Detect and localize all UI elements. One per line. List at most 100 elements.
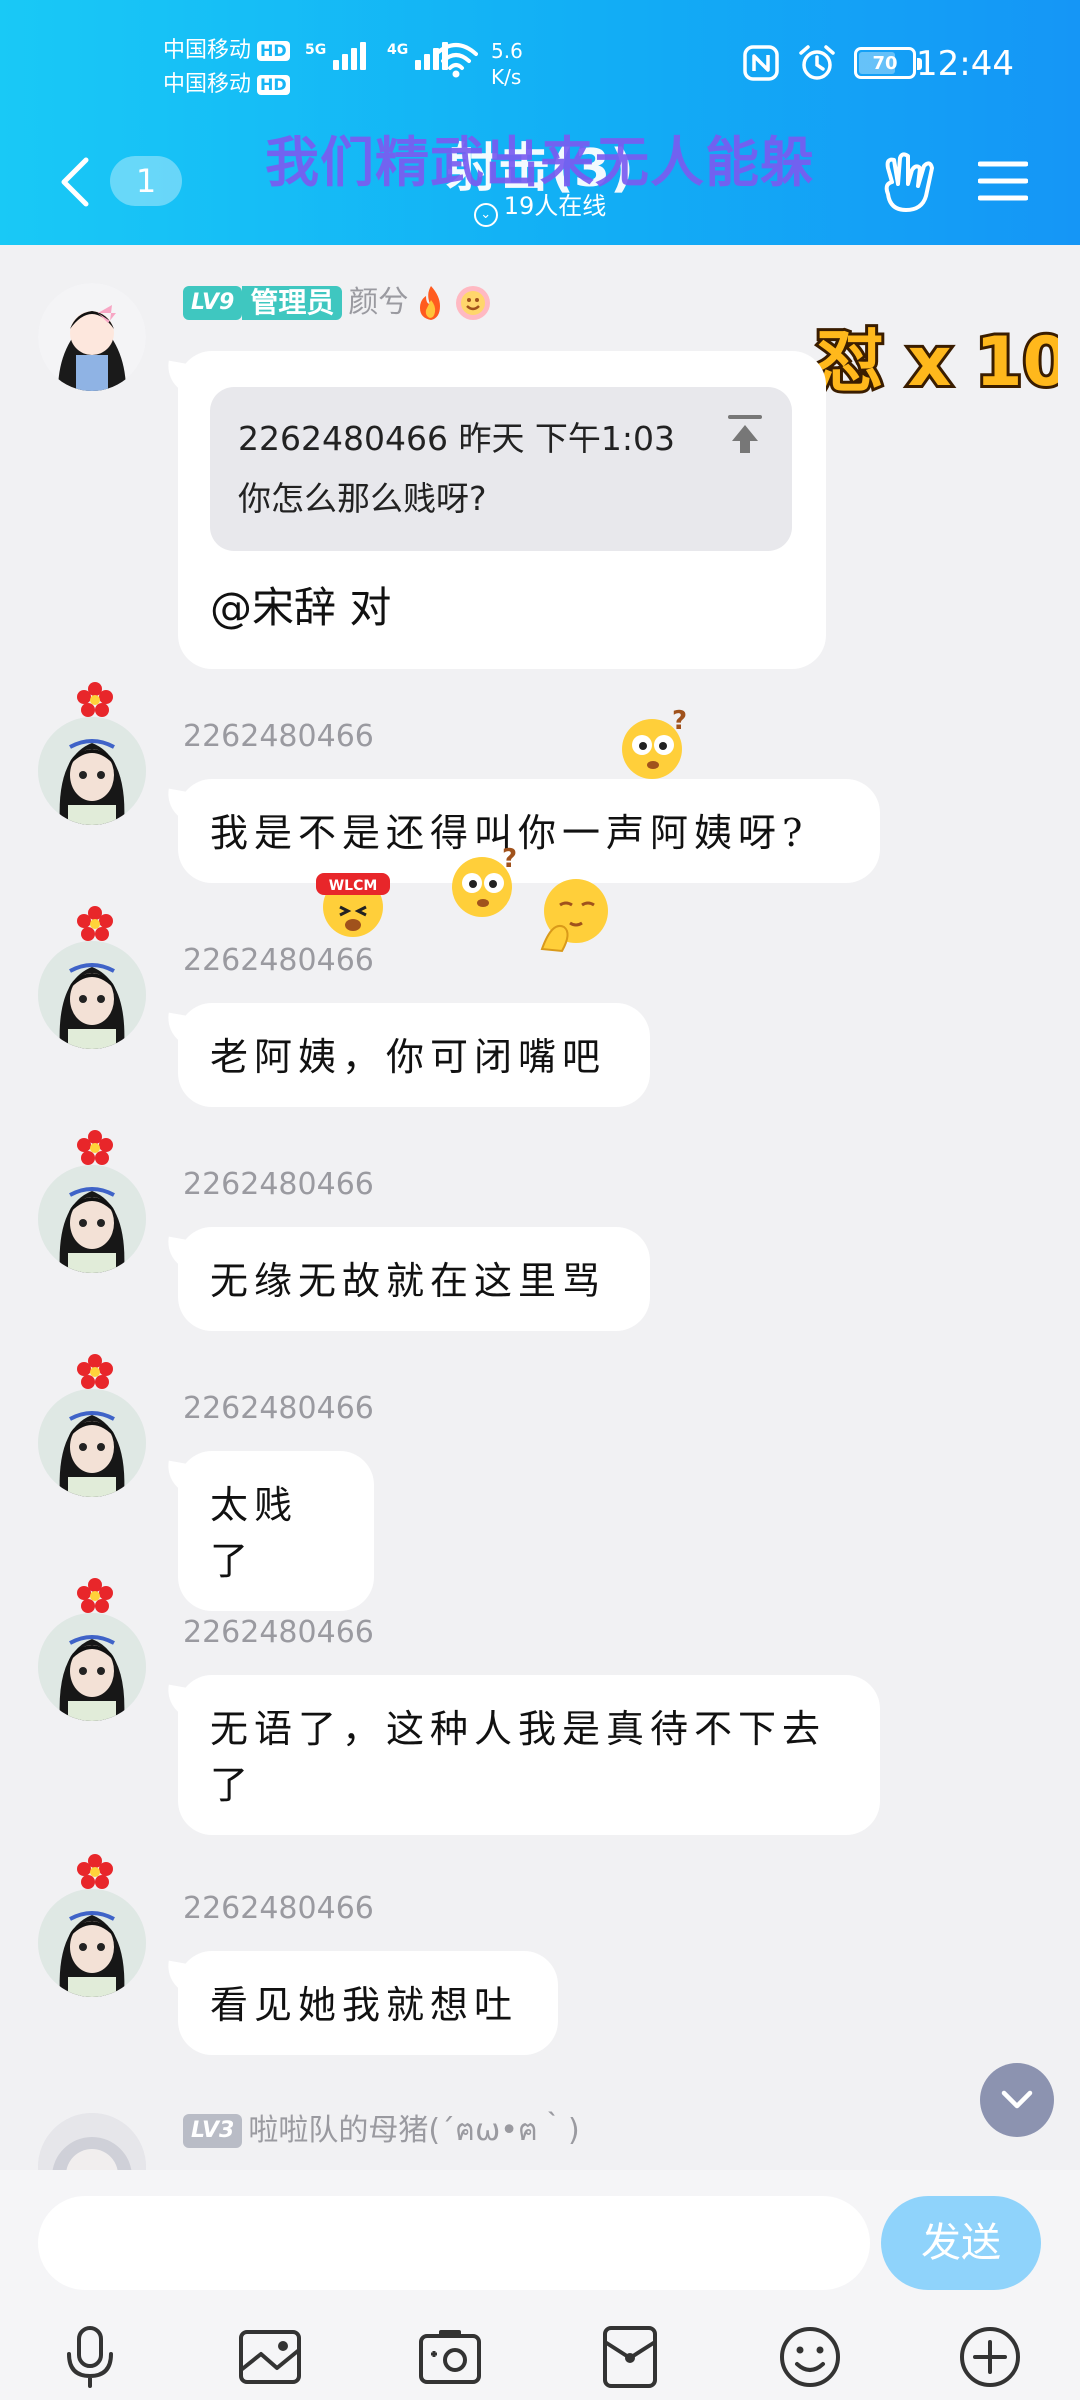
composer: 发送 xyxy=(0,2170,1080,2400)
avatar-doll-icon xyxy=(38,1613,146,1721)
signal-bar xyxy=(424,54,431,70)
carrier-2: 中国移动 HD xyxy=(163,70,290,100)
sender-name[interactable]: 2262480466 xyxy=(183,1165,374,1205)
message-bubble[interactable]: 无语了，这种人我是真待不下去了 xyxy=(163,1675,880,1835)
wifi-icon xyxy=(434,43,478,78)
avatar-doll-icon xyxy=(38,941,146,1049)
nfc-icon xyxy=(743,45,779,81)
level-badge: LV3 xyxy=(183,2114,243,2148)
message-bubble-reply[interactable]: 2262480466 昨天 下午1:03 你怎么那么贱呀? @宋辞 对 xyxy=(163,351,826,669)
rock-hand-icon[interactable] xyxy=(878,150,938,214)
status-bar: 中国移动 HD 中国移动 HD 5G 4G 5.6 K/s 70 12:44 xyxy=(0,0,1080,130)
jump-to-quote-icon[interactable] xyxy=(726,413,764,457)
carrier-1-name: 中国移动 xyxy=(163,38,252,63)
clock: 12:44 xyxy=(916,44,1014,84)
avatar-doll-icon xyxy=(38,1889,146,1997)
sender-name[interactable]: 颜兮 xyxy=(348,283,408,323)
sender-name[interactable]: 2262480466 xyxy=(183,1613,374,1653)
sender-name[interactable]: 2262480466 xyxy=(183,1389,374,1429)
sender-line: 2262480466 xyxy=(183,1165,374,1205)
sender-line: 2262480466 xyxy=(183,941,374,981)
carrier-1: 中国移动 HD xyxy=(163,36,290,66)
svg-text:?: ? xyxy=(502,845,517,874)
avatar[interactable] xyxy=(38,2113,146,2170)
bubble-tail xyxy=(163,1684,199,1720)
signal-bar xyxy=(415,60,422,70)
camera-icon[interactable] xyxy=(417,2324,483,2390)
avatar[interactable] xyxy=(38,1165,146,1273)
battery-icon: 70 xyxy=(854,47,922,79)
message-bubble[interactable]: 看见她我就想吐 xyxy=(163,1951,558,2055)
send-button[interactable]: 发送 xyxy=(881,2196,1041,2290)
message-bubble[interactable]: 无缘无故就在这里骂 xyxy=(163,1227,650,1331)
quoted-message-text: 你怎么那么贱呀? xyxy=(238,479,487,518)
sender-name[interactable]: 2262480466 xyxy=(183,717,374,757)
microphone-icon[interactable] xyxy=(57,2324,123,2390)
signal-bar xyxy=(351,48,358,70)
chevron-down-icon: ⌄ xyxy=(473,203,498,227)
menu-icon[interactable] xyxy=(978,160,1028,202)
sender-name[interactable]: 啦啦队的母猪(´ฅω•ฅ｀) xyxy=(248,2111,579,2151)
confused-face-emoji-icon: ? xyxy=(452,845,517,917)
avatar-doll-icon xyxy=(38,1165,146,1273)
flower-decoration-icon xyxy=(77,682,113,717)
message-bubble[interactable]: 我是不是还得叫你一声阿姨呀? xyxy=(163,779,880,883)
level-badge: LV9 xyxy=(183,286,243,320)
signal-bar xyxy=(333,60,340,70)
emoji-icon[interactable] xyxy=(777,2324,843,2390)
net-4g-label: 4G xyxy=(387,42,409,58)
shush-face-emoji-icon xyxy=(540,879,608,953)
scroll-to-bottom-button[interactable] xyxy=(980,2063,1054,2137)
sender-line: 2262480466 xyxy=(183,1389,374,1429)
quoted-message-header: 2262480466 昨天 下午1:03 xyxy=(238,419,676,458)
avatar-doll-icon xyxy=(38,1389,146,1497)
bubble-tail xyxy=(163,1960,199,1996)
network-speed: 5.6 K/s xyxy=(491,38,523,90)
composer-toolbar xyxy=(0,2320,1080,2400)
alarm-icon xyxy=(799,45,835,80)
plus-icon[interactable] xyxy=(957,2324,1023,2390)
signal-bar xyxy=(360,42,367,70)
bubble-tail xyxy=(163,1236,199,1272)
hd-badge: HD xyxy=(257,41,290,61)
bubble-tail xyxy=(163,1012,199,1048)
avatar[interactable] xyxy=(38,1389,146,1497)
avatar[interactable] xyxy=(38,717,146,825)
message-input[interactable] xyxy=(38,2196,870,2290)
combo-counter-badge: 怼 x 10 xyxy=(813,320,1058,403)
signal-bar xyxy=(342,54,349,70)
message-text: 无缘无故就在这里骂 xyxy=(210,1259,607,1303)
online-count: 19人在线 xyxy=(503,192,607,220)
confused-face-emoji-icon: ? xyxy=(622,707,687,779)
svg-text:?: ? xyxy=(672,707,687,736)
quoted-message[interactable]: 2262480466 昨天 下午1:03 你怎么那么贱呀? xyxy=(210,387,792,551)
svg-text:WLCM: WLCM xyxy=(329,878,378,894)
bubble-tail xyxy=(163,360,199,396)
battery-level: 70 xyxy=(872,52,898,74)
message-text: 无语了，这种人我是真待不下去了 xyxy=(210,1707,827,1807)
red-packet-icon[interactable] xyxy=(597,2324,663,2390)
image-gallery-icon[interactable] xyxy=(237,2324,303,2390)
message-list[interactable]: 怼 x 10 LV9 管理员 颜兮 2262480466 昨天 下午1:03 你… xyxy=(0,245,1080,2170)
avatar[interactable] xyxy=(38,1613,146,1721)
message-text: 看见她我就想吐 xyxy=(210,1983,519,2027)
flame-icon xyxy=(420,286,441,320)
avatar[interactable] xyxy=(38,1889,146,1997)
avatar[interactable] xyxy=(38,283,146,391)
avatar-gray-hair-icon xyxy=(38,2113,146,2170)
flower-decoration-icon xyxy=(77,1854,113,1889)
network-speed-unit: K/s xyxy=(491,65,522,89)
hd-badge: HD xyxy=(257,75,290,95)
chevron-down-icon xyxy=(1001,2090,1033,2109)
combo-text: 怼 x 10 xyxy=(816,323,1058,402)
signal-5g-icon: 5G xyxy=(305,42,367,70)
message-bubble[interactable]: 太贱了 xyxy=(163,1451,374,1611)
sender-name[interactable]: 2262480466 xyxy=(183,1889,374,1929)
avatar[interactable] xyxy=(38,941,146,1049)
message-bubble[interactable]: 老阿姨，你可闭嘴吧 xyxy=(163,1003,650,1107)
sender-name[interactable]: 2262480466 xyxy=(183,941,374,981)
bubble-tail xyxy=(163,1460,199,1496)
message-text: 太贱了 xyxy=(210,1483,299,1583)
bubble-tail xyxy=(163,788,199,824)
flower-decoration-icon xyxy=(77,1354,113,1389)
